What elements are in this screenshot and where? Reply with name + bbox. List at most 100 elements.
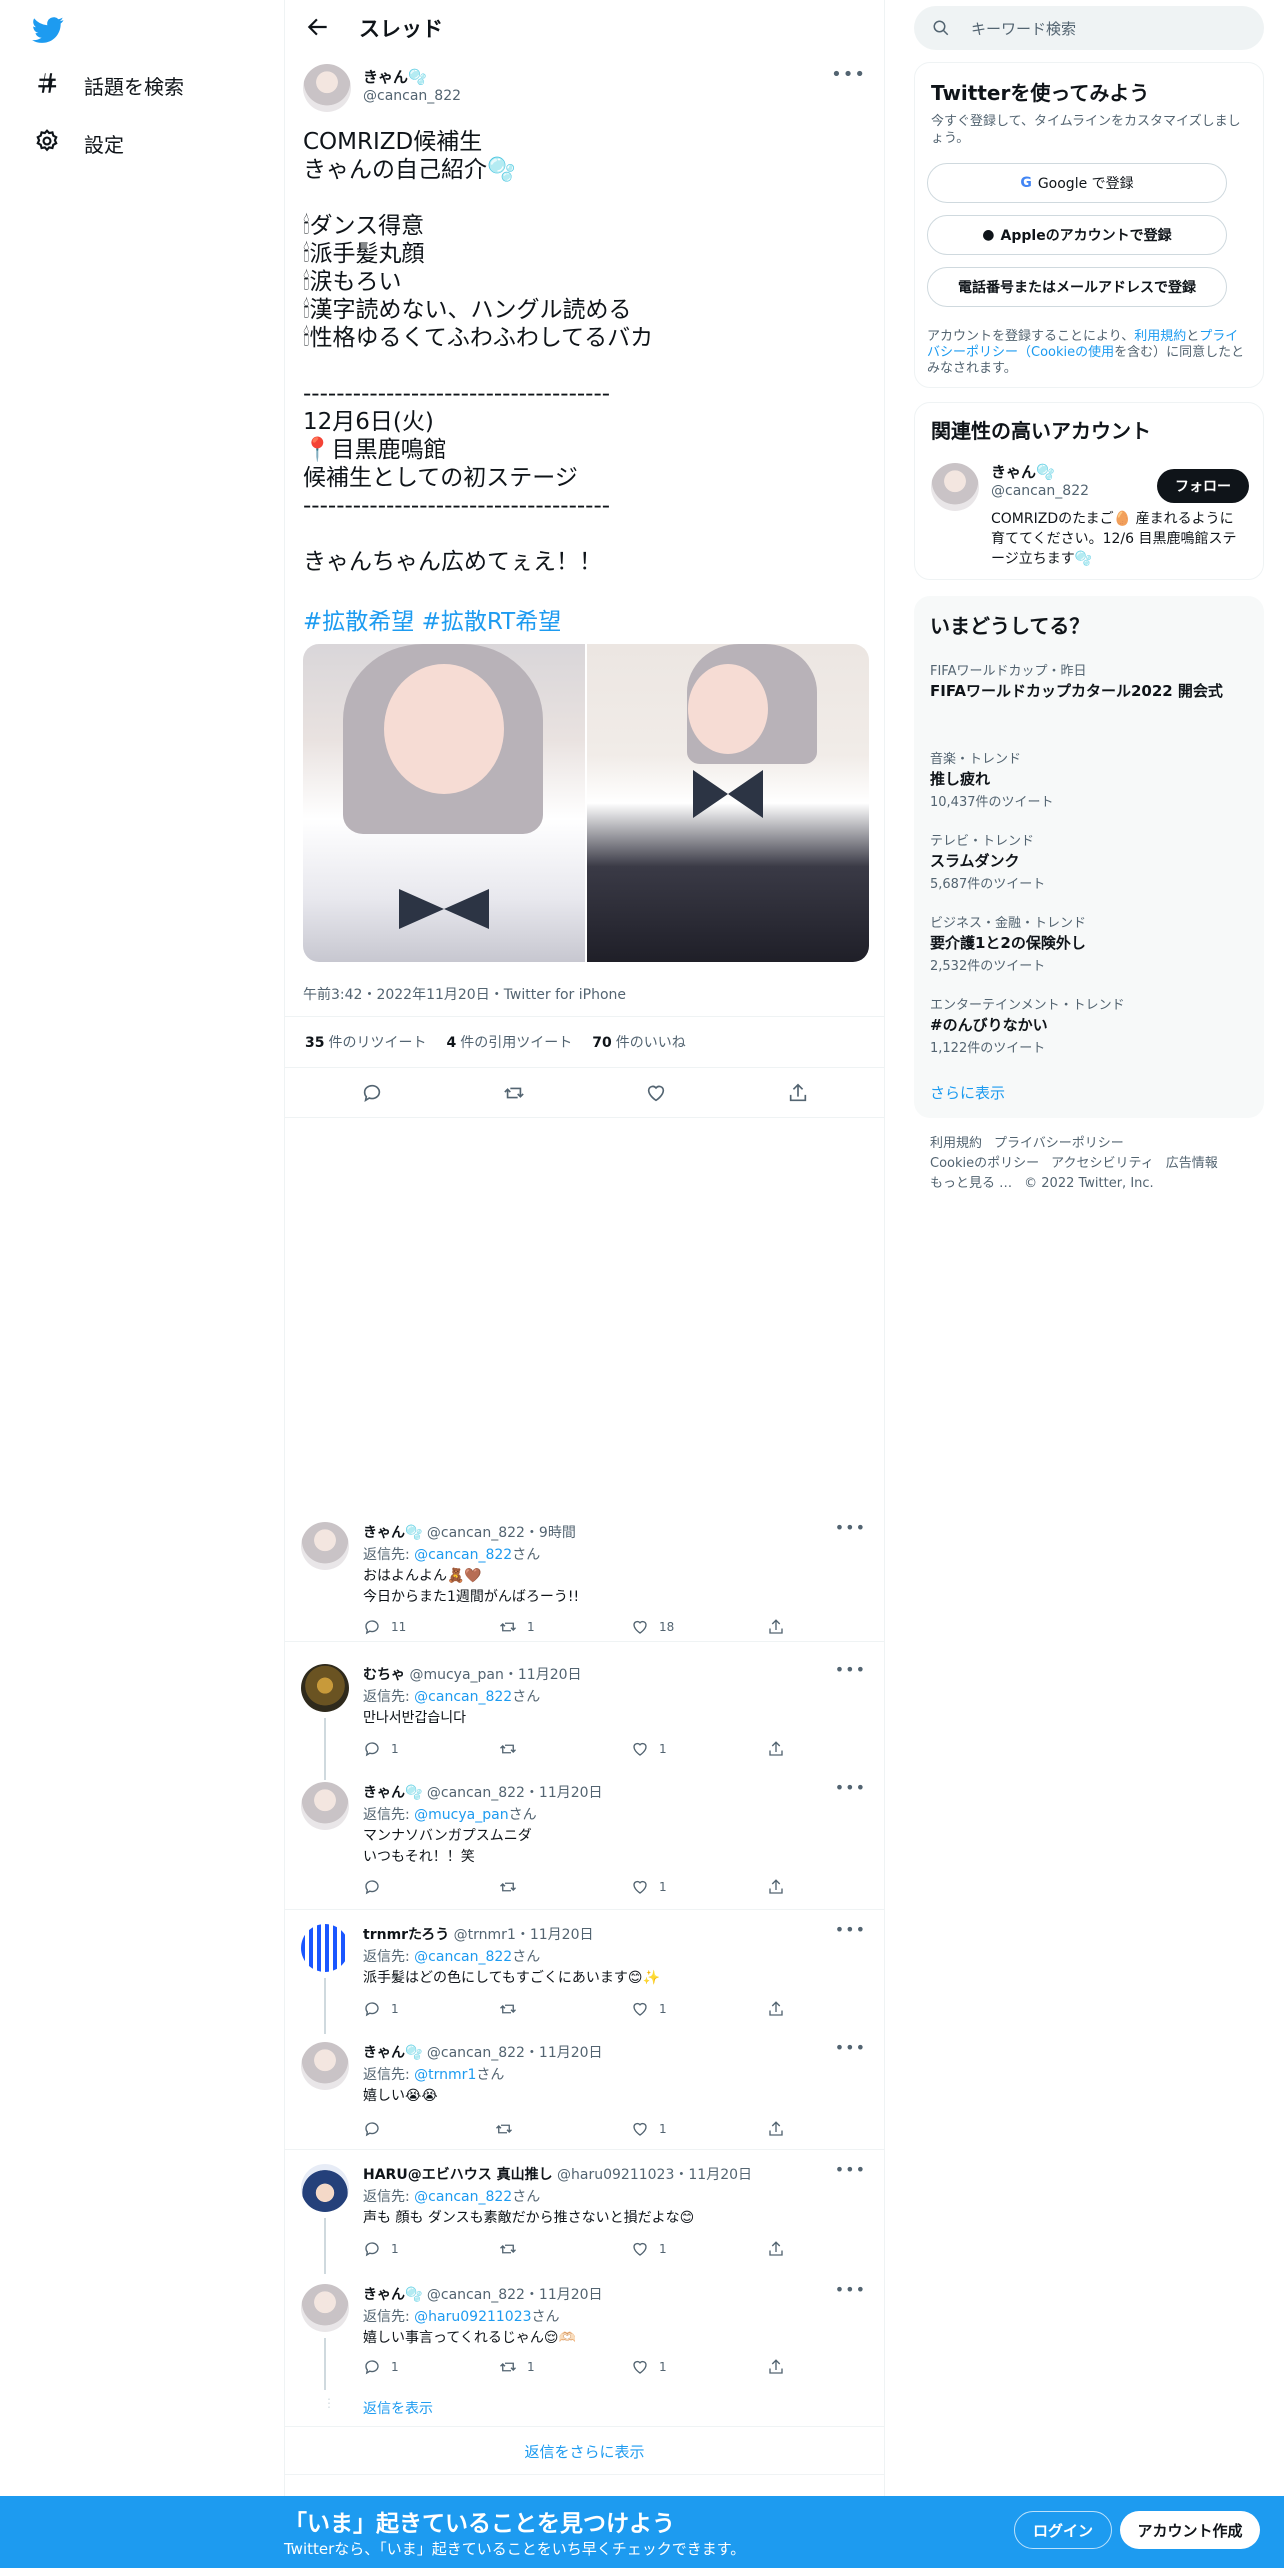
- more-options-icon[interactable]: •••: [835, 2038, 866, 2057]
- heart-icon[interactable]: 1: [631, 2120, 667, 2138]
- retweet-icon[interactable]: [499, 1740, 527, 1758]
- reply-header: きゃん🫧 @cancan_822・11月20日: [363, 1785, 603, 1801]
- terms-link[interactable]: 利用規約: [1134, 329, 1186, 344]
- share-icon[interactable]: [767, 2358, 785, 2376]
- reply-tweet[interactable]: HARU@エビハウス 真山推し @haru09211023・11月20日 •••…: [285, 2160, 884, 2274]
- reply-tweet[interactable]: trnmrたろう @trnmr1・11月20日 ••• 返信先: @cancan…: [285, 1920, 884, 2034]
- reply-icon[interactable]: [361, 1082, 383, 1104]
- related-name[interactable]: きゃん🫧: [991, 461, 1055, 482]
- heart-icon[interactable]: 1: [631, 2000, 667, 2018]
- retweet-count[interactable]: 35 件のリツイート: [305, 1032, 426, 1052]
- tweet-author-name[interactable]: きゃん🫧: [363, 66, 427, 87]
- login-button[interactable]: ログイン: [1014, 2511, 1112, 2549]
- heart-icon[interactable]: 18: [631, 1618, 674, 1636]
- tweet-timestamp[interactable]: 午前3:42・2022年11月20日・Twitter for iPhone: [303, 984, 626, 1004]
- apple-signup-button[interactable]: ● Appleのアカウントで登録: [927, 215, 1227, 255]
- more-replies-link[interactable]: 返信をさらに表示: [285, 2441, 884, 2462]
- avatar[interactable]: [301, 2042, 349, 2090]
- back-arrow-icon[interactable]: [305, 14, 331, 40]
- avatar[interactable]: [301, 1664, 349, 1712]
- follow-button[interactable]: フォロー: [1157, 469, 1249, 503]
- retweet-icon[interactable]: [499, 2000, 527, 2018]
- avatar[interactable]: [303, 64, 351, 112]
- search-input[interactable]: キーワード検索: [914, 6, 1264, 50]
- footer-cookies[interactable]: Cookieのポリシー: [930, 1156, 1039, 1171]
- reply-tweet[interactable]: むちゃ @mucya_pan・11月20日 ••• 返信先: @cancan_8…: [285, 1660, 884, 1780]
- footer-privacy[interactable]: プライバシーポリシー: [994, 1136, 1124, 1151]
- nav-settings[interactable]: 設定: [34, 128, 124, 159]
- more-options-icon[interactable]: •••: [835, 2280, 866, 2299]
- footer-more[interactable]: もっと見る …: [930, 1176, 1012, 1191]
- like-count[interactable]: 70 件のいいね: [592, 1032, 685, 1052]
- more-options-icon[interactable]: •••: [835, 1660, 866, 1679]
- signup-banner: 「いま」起きていることを見つけよう Twitterなら、「いま」起きていることを…: [0, 2496, 1284, 2568]
- reply-icon[interactable]: [363, 1878, 391, 1896]
- google-signup-button[interactable]: G Google で登録: [927, 163, 1227, 203]
- reply-header: むちゃ @mucya_pan・11月20日: [363, 1667, 582, 1683]
- reply-header: HARU@エビハウス 真山推し @haru09211023・11月20日: [363, 2167, 753, 2183]
- retweet-icon[interactable]: [499, 1878, 527, 1896]
- heart-icon[interactable]: 1: [631, 1740, 667, 1758]
- trend-item[interactable]: FIFAワールドカップ・昨日 FIFAワールドカップカタール2022 開会式: [930, 660, 1248, 701]
- heart-icon[interactable]: 1: [631, 1878, 667, 1896]
- share-icon[interactable]: [767, 1740, 785, 1758]
- reply-icon[interactable]: 1: [363, 2240, 399, 2258]
- create-account-button[interactable]: アカウント作成: [1120, 2511, 1260, 2549]
- retweet-icon[interactable]: [503, 1082, 525, 1104]
- heart-icon[interactable]: [645, 1082, 667, 1104]
- footer-ads[interactable]: 広告情報: [1166, 1156, 1218, 1171]
- avatar[interactable]: [301, 2284, 349, 2332]
- reply-icon[interactable]: 11: [363, 1618, 406, 1636]
- retweet-icon[interactable]: [495, 2120, 523, 2138]
- share-icon[interactable]: [767, 2000, 785, 2018]
- trend-item[interactable]: 音楽・トレンド 推し疲れ 10,437件のツイート: [930, 748, 1248, 810]
- reply-icon[interactable]: 1: [363, 2358, 399, 2376]
- avatar[interactable]: [301, 1522, 349, 1570]
- footer-terms[interactable]: 利用規約: [930, 1136, 982, 1151]
- quote-count[interactable]: 4 件の引用ツイート: [446, 1032, 572, 1052]
- reply-icon[interactable]: 1: [363, 2000, 399, 2018]
- show-more-trends-link[interactable]: さらに表示: [930, 1082, 1005, 1103]
- tweet-hashtags[interactable]: #拡散希望 #拡散RT希望: [303, 602, 561, 636]
- tweet-author-handle[interactable]: @cancan_822: [363, 88, 461, 104]
- more-options-icon[interactable]: •••: [835, 1778, 866, 1797]
- reply-tweet[interactable]: きゃん🫧 @cancan_822・11月20日 ••• 返信先: @mucya_…: [285, 1778, 884, 1910]
- tweet-photo-2[interactable]: [587, 644, 869, 962]
- more-options-icon[interactable]: •••: [835, 1518, 866, 1537]
- reply-text: おはよんよん🧸🤎 今日からまた1週間がんばろーう!!: [363, 1568, 580, 1605]
- tweet-text: COMRIZD候補生 きゃんの自己紹介🫧 🕯ダンス得意 🕯派手髪丸顔 🕯涙もろい…: [303, 129, 654, 575]
- heart-icon[interactable]: 1: [631, 2358, 667, 2376]
- related-handle[interactable]: @cancan_822: [991, 483, 1089, 499]
- avatar[interactable]: [301, 2164, 349, 2212]
- avatar[interactable]: [301, 1782, 349, 1830]
- trend-item[interactable]: ビジネス・金融・トレンド 要介護1と2の保険外し 2,532件のツイート: [930, 912, 1248, 974]
- reply-tweet[interactable]: きゃん🫧 @cancan_822・9時間 ••• 返信先: @cancan_82…: [285, 1518, 884, 1642]
- more-options-icon[interactable]: •••: [835, 1920, 866, 1939]
- retweet-icon[interactable]: 1: [499, 2358, 535, 2376]
- reply-icon[interactable]: 1: [363, 1740, 399, 1758]
- reply-icon[interactable]: [363, 2120, 391, 2138]
- tweet-photo-1[interactable]: [303, 644, 585, 962]
- share-icon[interactable]: [767, 1618, 785, 1636]
- show-replies-link[interactable]: 返信を表示: [363, 2398, 433, 2418]
- more-options-icon[interactable]: •••: [835, 2160, 866, 2179]
- trend-item[interactable]: テレビ・トレンド スラムダンク 5,687件のツイート: [930, 830, 1248, 892]
- signup-subtitle: 今すぐ登録して、タイムラインをカスタマイズしましょう。: [931, 114, 1241, 146]
- twitter-logo-icon[interactable]: [32, 14, 64, 46]
- footer-accessibility[interactable]: アクセシビリティ: [1051, 1156, 1154, 1171]
- more-options-icon[interactable]: •••: [831, 64, 866, 85]
- share-icon[interactable]: [787, 1082, 809, 1104]
- trend-item[interactable]: エンターテインメント・トレンド #のんびりなかい 1,122件のツイート: [930, 994, 1248, 1056]
- heart-icon[interactable]: 1: [631, 2240, 667, 2258]
- nav-explore[interactable]: 話題を検索: [34, 70, 184, 101]
- share-icon[interactable]: [767, 2120, 785, 2138]
- avatar[interactable]: [301, 1924, 349, 1972]
- retweet-icon[interactable]: 1: [499, 1618, 535, 1636]
- phone-email-signup-button[interactable]: 電話番号またはメールアドレスで登録: [927, 267, 1227, 307]
- retweet-icon[interactable]: [499, 2240, 527, 2258]
- share-icon[interactable]: [767, 2240, 785, 2258]
- avatar[interactable]: [931, 463, 979, 511]
- reply-tweet[interactable]: きゃん🫧 @cancan_822・11月20日 ••• 返信先: @haru09…: [285, 2280, 884, 2390]
- reply-tweet[interactable]: きゃん🫧 @cancan_822・11月20日 ••• 返信先: @trnmr1…: [285, 2038, 884, 2150]
- share-icon[interactable]: [767, 1878, 785, 1896]
